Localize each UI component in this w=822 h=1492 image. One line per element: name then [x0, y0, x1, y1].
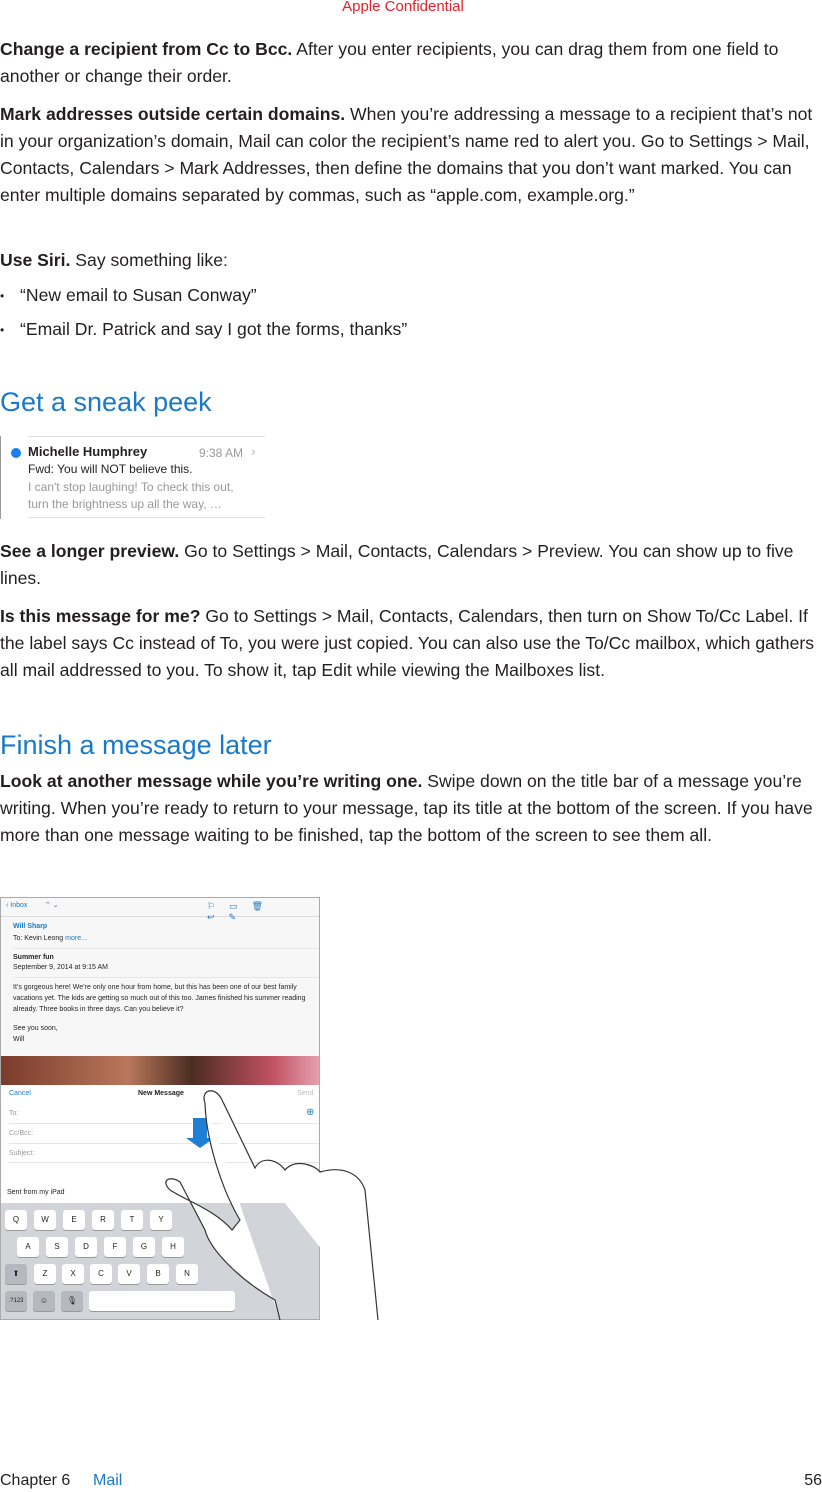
footer-title[interactable]: Mail: [93, 1472, 122, 1490]
subject: Summer fun: [13, 954, 54, 961]
from: Will Sharp: [13, 923, 48, 930]
up-down-icon: ⌃ ⌄: [45, 902, 59, 909]
chevron-right-icon: ›: [251, 443, 256, 459]
mail-preview-image: Michelle Humphrey 9:38 AM › Fwd: You wil…: [0, 436, 267, 519]
para-siri: Use Siri. Say something like:: [0, 247, 818, 274]
bullet: • “New email to Susan Conway”: [0, 285, 257, 305]
more-link: more...: [65, 935, 87, 942]
mail-toolbar: ‹ Inbox ⌃ ⌄ ⚐▭🗑↩✎: [1, 898, 319, 922]
unread-dot-icon: [11, 448, 21, 458]
back-inbox: ‹ Inbox: [6, 902, 28, 909]
preview-body: I can't stop laughing! To check this out…: [28, 480, 234, 511]
signature: Will: [13, 1036, 25, 1043]
hand-outline: [165, 1102, 281, 1321]
date: September 9, 2014 at 9:15 AM: [13, 964, 108, 971]
swipe-hand-illustration: [165, 1090, 379, 1321]
email-body: It’s gorgeous here! We’re only one hour …: [13, 984, 306, 1013]
para-look: Look at another message while you’re wri…: [0, 768, 818, 849]
subject: Fwd: You will NOT believe this.: [28, 462, 193, 476]
finger-outline: [203, 1090, 379, 1321]
heading-finish-later: Finish a message later: [0, 730, 272, 760]
para-cc-bcc: Change a recipient from Cc to Bcc. After…: [0, 36, 818, 90]
time: 9:38 AM: [199, 446, 244, 460]
back-label: Inbox: [10, 902, 28, 909]
bullet-text: “New email to Susan Conway”: [20, 285, 257, 305]
lead: Look at another message while you’re wri…: [0, 771, 423, 791]
para-for-me: Is this message for me? Go to Settings >…: [0, 603, 818, 684]
body: Say something like:: [70, 250, 228, 270]
signoff: See you soon,: [13, 1025, 58, 1032]
lead: Mark addresses outside certain domains.: [0, 104, 346, 124]
footer-chapter: Chapter 6: [0, 1472, 71, 1489]
lead: Is this message for me?: [0, 606, 201, 626]
confidential-label: Apple Confidential: [342, 0, 464, 15]
bullet-text: “Email Dr. Patrick and say I got the for…: [20, 319, 408, 339]
para-longer-preview: See a longer preview. Go to Settings > M…: [0, 538, 818, 592]
lead: See a longer preview.: [0, 541, 180, 561]
to: To: Kevin Leong: [13, 935, 64, 942]
lead: Change a recipient from Cc to Bcc.: [0, 39, 293, 59]
heading-sneak-peek: Get a sneak peek: [0, 387, 212, 417]
lead: Use Siri.: [0, 250, 71, 270]
bullet: • “Email Dr. Patrick and say I got the fo…: [0, 319, 408, 339]
sender: Michelle Humphrey: [28, 444, 148, 459]
page-number: 56: [804, 1472, 822, 1489]
para-mark-addresses: Mark addresses outside certain domains. …: [0, 101, 818, 209]
toolbar-icons: ⚐▭🗑↩✎: [207, 901, 277, 922]
